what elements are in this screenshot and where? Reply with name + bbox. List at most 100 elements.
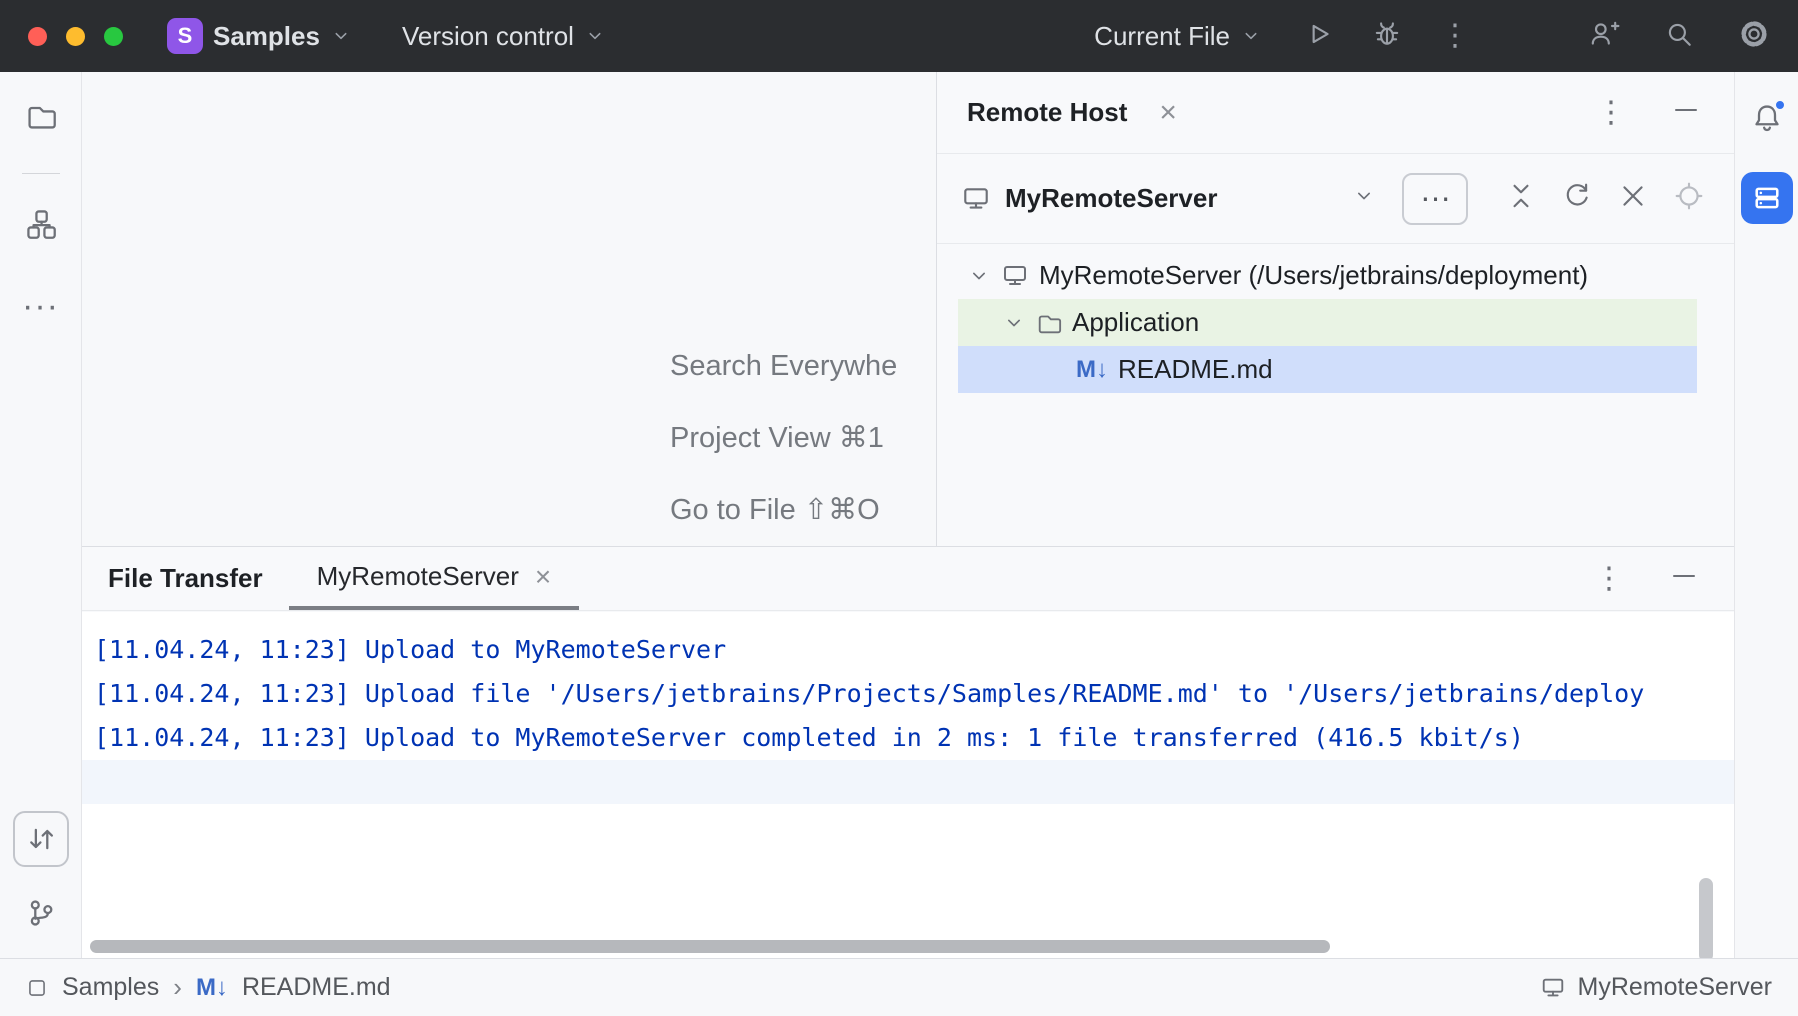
server-icon: [1001, 262, 1029, 290]
refresh-icon: [1562, 181, 1592, 211]
remote-host-icon: [1751, 182, 1783, 214]
breadcrumb-project[interactable]: Samples: [62, 973, 159, 1002]
server-icon: [1540, 975, 1566, 1001]
browse-button[interactable]: …: [1402, 173, 1468, 225]
transfer-arrows-icon: [25, 823, 57, 855]
folder-icon: [25, 100, 57, 132]
more-actions-button[interactable]: ⋮: [1440, 21, 1470, 51]
empty-editor-shortcuts: Search Everywhe Project View ⌘1 Go to Fi…: [670, 330, 897, 546]
left-toolbar-bottom: [13, 811, 69, 934]
markdown-file-icon: M↓: [1076, 356, 1108, 384]
vcs-widget-label: Version control: [402, 21, 574, 52]
caret-line: [82, 760, 1734, 804]
settings-button[interactable]: [1738, 18, 1770, 55]
chevron-down-icon: [1352, 184, 1376, 208]
project-toolwindow-button[interactable]: [25, 100, 57, 137]
collapse-all-button[interactable]: [1506, 181, 1536, 216]
close-icon: [1618, 181, 1648, 211]
vertical-scrollbar[interactable]: [1699, 878, 1713, 958]
titlebar: S Samples Version control Current File ⋮: [0, 0, 1798, 72]
module-icon: [26, 977, 48, 999]
debug-button[interactable]: [1372, 19, 1402, 54]
panel-header-actions: ⋮: [1594, 547, 1734, 610]
bug-icon: [1372, 19, 1402, 49]
notification-badge: [1773, 98, 1787, 112]
minimize-icon: [1670, 562, 1698, 590]
zoom-window-button[interactable]: [104, 27, 123, 46]
run-configuration-label: Current File: [1094, 21, 1230, 52]
chevron-down-icon[interactable]: [1002, 311, 1026, 335]
add-user-button[interactable]: [1588, 19, 1620, 54]
vcs-widget[interactable]: Version control: [402, 21, 606, 52]
panel-options-button[interactable]: ⋮: [1596, 98, 1626, 128]
tab-myremoteserver[interactable]: MyRemoteServer ×: [289, 547, 580, 610]
close-panel-button[interactable]: ×: [1159, 98, 1177, 128]
shortcut-hint: Go to File ⇧⌘O: [670, 474, 897, 546]
remote-host-actions: [1506, 181, 1704, 216]
gear-icon: [1738, 18, 1770, 50]
horizontal-scrollbar[interactable]: [90, 940, 1330, 953]
locate-file-button[interactable]: [1674, 181, 1704, 216]
remote-host-panel: Remote Host × ⋮ MyRemoteServer …: [936, 72, 1734, 546]
hide-panel-button[interactable]: [1670, 562, 1698, 595]
breadcrumb-file[interactable]: README.md: [242, 973, 391, 1002]
breadcrumb-separator: ›: [173, 972, 182, 1003]
minimize-icon: [1672, 96, 1700, 124]
chevron-down-icon: [1240, 25, 1262, 47]
remote-host-toolwindow-button[interactable]: [1741, 172, 1793, 224]
ellipsis-icon: …: [1419, 172, 1451, 209]
window-controls: [0, 27, 123, 46]
project-name: Samples: [213, 21, 320, 52]
collapse-all-icon: [1506, 181, 1536, 211]
editor-area: Search Everywhe Project View ⌘1 Go to Fi…: [82, 72, 936, 546]
tree-row-application-folder[interactable]: Application: [958, 299, 1697, 346]
search-everywhere-button[interactable]: [1664, 19, 1694, 54]
server-selector-dropdown[interactable]: [1352, 184, 1376, 213]
tree-row-server-root[interactable]: MyRemoteServer (/Users/jetbrains/deploym…: [937, 252, 1734, 299]
panel-options-button[interactable]: ⋮: [1594, 564, 1624, 594]
right-toolwindow-bar: [1734, 72, 1798, 958]
structure-toolwindow-button[interactable]: [25, 208, 57, 245]
run-actions: ⋮: [1304, 19, 1470, 54]
play-icon: [1304, 19, 1334, 49]
more-toolwindows-button[interactable]: ···: [22, 289, 59, 323]
server-name: MyRemoteServer: [1005, 183, 1217, 214]
run-button[interactable]: [1304, 19, 1334, 54]
tab-label: MyRemoteServer: [317, 561, 519, 592]
chevron-down-icon: [584, 25, 606, 47]
log-line: [11.04.24, 11:23] Upload to MyRemoteServ…: [82, 716, 1734, 760]
tree-row-readme-file[interactable]: M↓ README.md: [958, 346, 1697, 393]
chevron-down-icon[interactable]: [967, 264, 991, 288]
close-tab-button[interactable]: ×: [535, 563, 551, 591]
remote-host-tree: MyRemoteServer (/Users/jetbrains/deploym…: [937, 244, 1734, 393]
breadcrumb: Samples › M↓ README.md: [26, 972, 391, 1003]
file-transfer-header: File Transfer MyRemoteServer × ⋮: [82, 547, 1734, 611]
project-widget[interactable]: S Samples: [167, 18, 352, 54]
git-toolwindow-button[interactable]: [25, 897, 57, 934]
notifications-button[interactable]: [1751, 102, 1783, 134]
structure-icon: [25, 208, 57, 240]
refresh-button[interactable]: [1562, 181, 1592, 216]
hide-panel-button[interactable]: [1672, 96, 1700, 129]
minimize-window-button[interactable]: [66, 27, 85, 46]
status-bar: Samples › M↓ README.md MyRemoteServer: [0, 958, 1798, 1016]
shortcut-hint: Search Everywhe: [670, 330, 897, 402]
add-user-icon: [1588, 19, 1620, 49]
statusbar-server-widget[interactable]: MyRemoteServer: [1540, 973, 1773, 1002]
panel-title: Remote Host: [967, 97, 1127, 128]
file-transfer-console[interactable]: [11.04.24, 11:23] Upload to MyRemoteServ…: [82, 612, 1734, 958]
run-configuration-widget[interactable]: Current File: [1094, 21, 1262, 52]
close-window-button[interactable]: [28, 27, 47, 46]
remote-host-toolbar: MyRemoteServer …: [937, 154, 1734, 244]
panel-header-actions: ⋮: [1596, 96, 1700, 129]
target-icon: [1674, 181, 1704, 211]
file-transfer-toolwindow-button[interactable]: [13, 811, 69, 867]
statusbar-server-name: MyRemoteServer: [1578, 973, 1773, 1002]
cancel-button[interactable]: [1618, 181, 1648, 216]
folder-icon: [1036, 310, 1062, 336]
tree-row-label: README.md: [1118, 354, 1273, 385]
titlebar-utility-actions: [1588, 18, 1770, 55]
search-icon: [1664, 19, 1694, 49]
titlebar-right: Current File ⋮: [1094, 18, 1798, 55]
tree-row-label: Application: [1072, 307, 1199, 338]
